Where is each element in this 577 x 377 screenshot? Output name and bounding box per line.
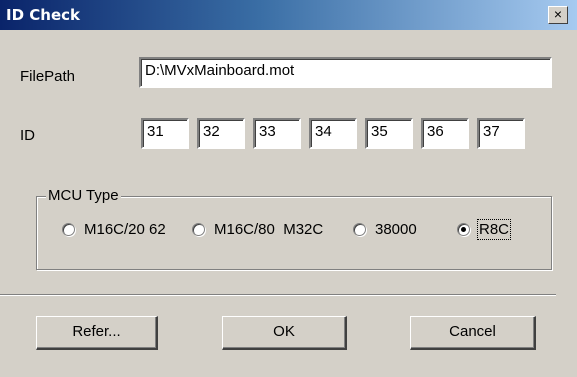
radio-button-selected[interactable] — [457, 222, 470, 236]
radio-option-38000[interactable]: 38000 — [353, 218, 417, 240]
close-button[interactable]: × — [548, 6, 568, 24]
id-field-5[interactable]: 35 — [365, 118, 413, 149]
id-field-1[interactable]: 31 — [141, 118, 189, 149]
id-label: ID — [20, 127, 35, 144]
radio-button[interactable] — [192, 222, 205, 236]
radio-label: M16C/20 62 — [84, 220, 166, 238]
radio-label: R8C — [476, 218, 512, 240]
radio-label: 38000 — [375, 220, 417, 238]
window-title: ID Check — [6, 6, 80, 24]
id-field-7[interactable]: 37 — [477, 118, 525, 149]
radio-option-m16c-80-m32c[interactable]: M16C/80 M32C — [192, 218, 323, 240]
radio-button[interactable] — [62, 222, 75, 236]
id-field-3[interactable]: 33 — [253, 118, 301, 149]
mcu-type-title: MCU Type — [46, 187, 121, 204]
cancel-button[interactable]: Cancel — [410, 316, 536, 350]
id-field-4[interactable]: 34 — [309, 118, 357, 149]
separator — [0, 294, 556, 296]
filepath-input[interactable]: D:\MVxMainboard.mot — [139, 57, 552, 88]
radio-button[interactable] — [353, 222, 366, 236]
title-bar[interactable]: ID Check × — [0, 0, 577, 30]
radio-label: M16C/80 M32C — [214, 220, 324, 238]
radio-option-r8c[interactable]: R8C — [457, 218, 512, 240]
id-field-6[interactable]: 36 — [421, 118, 469, 149]
ok-button[interactable]: OK — [222, 316, 347, 350]
close-icon: × — [553, 6, 563, 22]
id-field-2[interactable]: 32 — [197, 118, 245, 149]
radio-option-m16c-20-62[interactable]: M16C/20 62 — [62, 218, 166, 240]
filepath-label: FilePath — [20, 68, 76, 85]
id-check-dialog: ID Check × FilePath D:\MVxMainboard.mot … — [0, 0, 577, 377]
refer-button[interactable]: Refer... — [36, 316, 158, 350]
